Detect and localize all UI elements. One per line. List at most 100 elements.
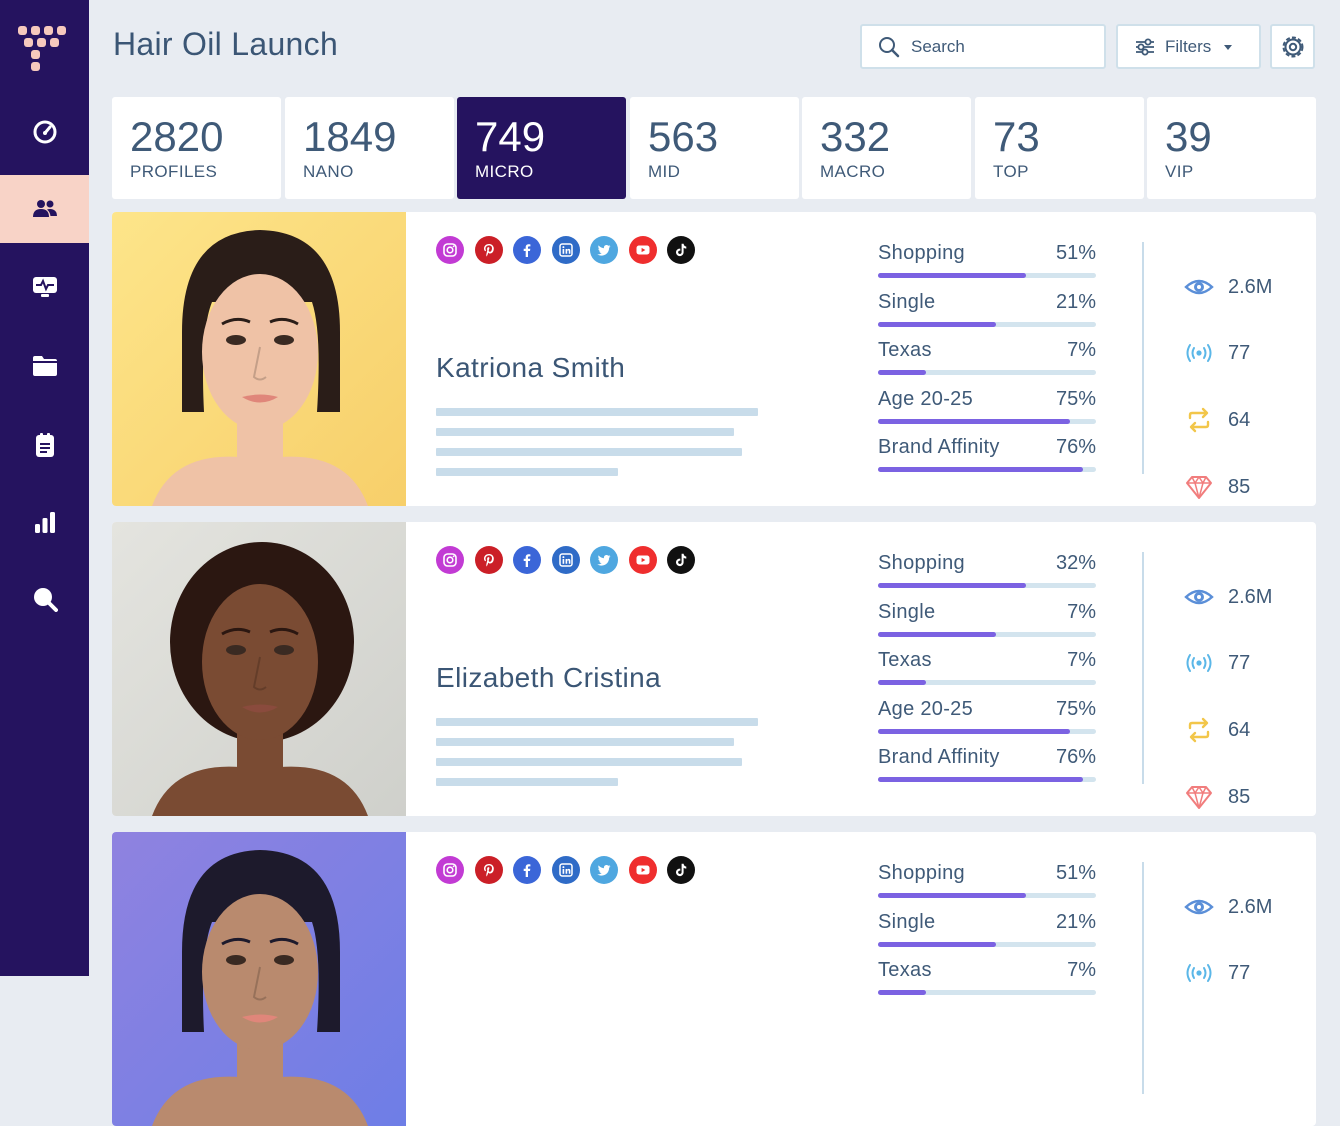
stat-value: 64 <box>1228 408 1251 431</box>
metric-value: 7% <box>1067 600 1096 623</box>
facebook-icon[interactable] <box>513 546 541 574</box>
metric-track <box>878 273 1096 278</box>
profile-card[interactable]: Shopping 51% Single 21% Texas 7% 2.6M 77 <box>112 832 1316 1126</box>
tiktok-icon[interactable] <box>667 236 695 264</box>
metric-label: Age 20-25 <box>878 697 973 720</box>
metric-track <box>878 680 1096 685</box>
metric-fill <box>878 273 1027 278</box>
metric-track <box>878 990 1096 995</box>
monitor-pulse-icon <box>32 277 57 297</box>
nav-item-analytics[interactable] <box>0 488 89 556</box>
metric-label: Shopping <box>878 862 965 884</box>
metric-track <box>878 321 1096 327</box>
youtube-icon[interactable] <box>628 546 657 574</box>
metric-value: 21% <box>1055 290 1096 313</box>
eye-icon <box>1184 899 1214 915</box>
metric-label: Single <box>878 290 936 313</box>
tier-label: MACRO <box>820 162 886 181</box>
divider <box>1142 242 1144 474</box>
caret-down-icon <box>1224 44 1233 50</box>
linkedin-icon[interactable] <box>551 236 580 264</box>
pinterest-icon[interactable] <box>474 546 503 574</box>
profile-card[interactable]: Katriona Smith Shopping 51% Single 21% Texas 7… <box>112 212 1316 506</box>
instagram-icon[interactable] <box>436 236 464 264</box>
tier-card-micro[interactable]: 749 MICRO <box>457 97 626 199</box>
metric-value: 75% <box>1055 387 1096 410</box>
metric-track <box>878 467 1096 472</box>
search-input[interactable] <box>909 35 1093 58</box>
bar-chart-icon <box>34 512 55 533</box>
instagram-icon[interactable] <box>436 856 464 884</box>
tier-count: 563 <box>648 113 719 160</box>
metric-fill <box>878 321 996 327</box>
profile-name[interactable]: Elizabeth Cristina <box>436 662 661 694</box>
search-box[interactable] <box>860 24 1106 69</box>
tier-card-nano[interactable]: 1849 NANO <box>285 97 454 199</box>
tier-count: 73 <box>993 113 1040 160</box>
metric-track <box>878 631 1096 637</box>
metric-row: Shopping 32% <box>878 552 1096 601</box>
stat-shares: 64 <box>1184 405 1304 435</box>
nav-item-users[interactable] <box>0 175 89 243</box>
stat-value: 2.6M <box>1228 585 1273 608</box>
metric-fill <box>878 680 926 685</box>
tier-card-macro[interactable]: 332 MACRO <box>802 97 971 199</box>
youtube-icon[interactable] <box>628 856 657 884</box>
metric-label: Texas <box>878 649 932 671</box>
divider <box>1142 862 1144 1094</box>
metric-value: 7% <box>1067 339 1096 361</box>
tier-count: 749 <box>475 113 546 160</box>
tier-card-mid[interactable]: 563 MID <box>630 97 799 199</box>
tiktok-icon[interactable] <box>667 856 695 884</box>
filters-button[interactable]: Filters <box>1116 24 1261 69</box>
settings-button[interactable] <box>1270 24 1315 69</box>
bio-placeholder-line <box>436 778 618 786</box>
tier-label: PROFILES <box>130 162 218 181</box>
linkedin-icon[interactable] <box>551 856 580 884</box>
metric-value: 7% <box>1067 649 1096 671</box>
nav-item-folders[interactable] <box>0 332 89 400</box>
twitter-icon[interactable] <box>590 546 618 574</box>
pinterest-icon[interactable] <box>474 856 503 884</box>
facebook-icon[interactable] <box>513 236 541 264</box>
nav-item-search[interactable] <box>0 565 89 633</box>
tier-card-top[interactable]: 73 TOP <box>975 97 1144 199</box>
stat-value: 85 <box>1184 472 1304 502</box>
metric-row: Texas 7% <box>878 339 1096 388</box>
metric-track <box>878 893 1096 898</box>
tiktok-icon[interactable] <box>667 546 695 574</box>
linkedin-icon[interactable] <box>551 546 580 574</box>
profile-photo <box>112 522 406 816</box>
tier-card-vip[interactable]: 39 VIP <box>1147 97 1316 199</box>
dashboard-gauge-icon <box>33 120 56 144</box>
tier-label: NANO <box>303 162 354 181</box>
pinterest-icon[interactable] <box>474 236 503 264</box>
audience-metrics: Shopping 32% Single 7% Texas 7% Age 20-25 75% Br… <box>878 552 1096 795</box>
tier-card-profiles[interactable]: 2820 PROFILES <box>112 97 281 199</box>
facebook-icon[interactable] <box>513 856 541 884</box>
metric-label: Brand Affinity <box>878 746 1000 768</box>
nav-item-dashboard[interactable] <box>0 98 89 166</box>
tier-count: 39 <box>1165 113 1212 160</box>
metric-row: Texas 7% <box>878 959 1096 1008</box>
metric-fill <box>878 990 926 995</box>
metric-row: Age 20-25 75% <box>878 388 1096 437</box>
tier-label: MICRO <box>475 162 534 181</box>
metric-fill <box>878 777 1083 782</box>
metric-fill <box>878 370 926 375</box>
profile-name[interactable]: Katriona Smith <box>436 352 625 384</box>
twitter-icon[interactable] <box>590 236 618 264</box>
audience-metrics: Shopping 51% Single 21% Texas 7% Age 20-25 75% B… <box>878 242 1096 485</box>
instagram-icon[interactable] <box>436 546 464 574</box>
twitter-icon[interactable] <box>590 856 618 884</box>
metric-fill <box>878 418 1070 424</box>
metric-fill <box>878 631 996 637</box>
bio-placeholder-line <box>436 738 734 746</box>
nav-item-monitor[interactable] <box>0 253 89 321</box>
stat-views: 2.6M <box>1184 892 1304 922</box>
repost-icon <box>1188 407 1210 433</box>
youtube-icon[interactable] <box>628 236 657 264</box>
profile-card[interactable]: Elizabeth Cristina Shopping 32% Single 7% Tex… <box>112 522 1316 816</box>
metric-track <box>878 418 1096 424</box>
nav-item-reports[interactable] <box>0 411 89 479</box>
